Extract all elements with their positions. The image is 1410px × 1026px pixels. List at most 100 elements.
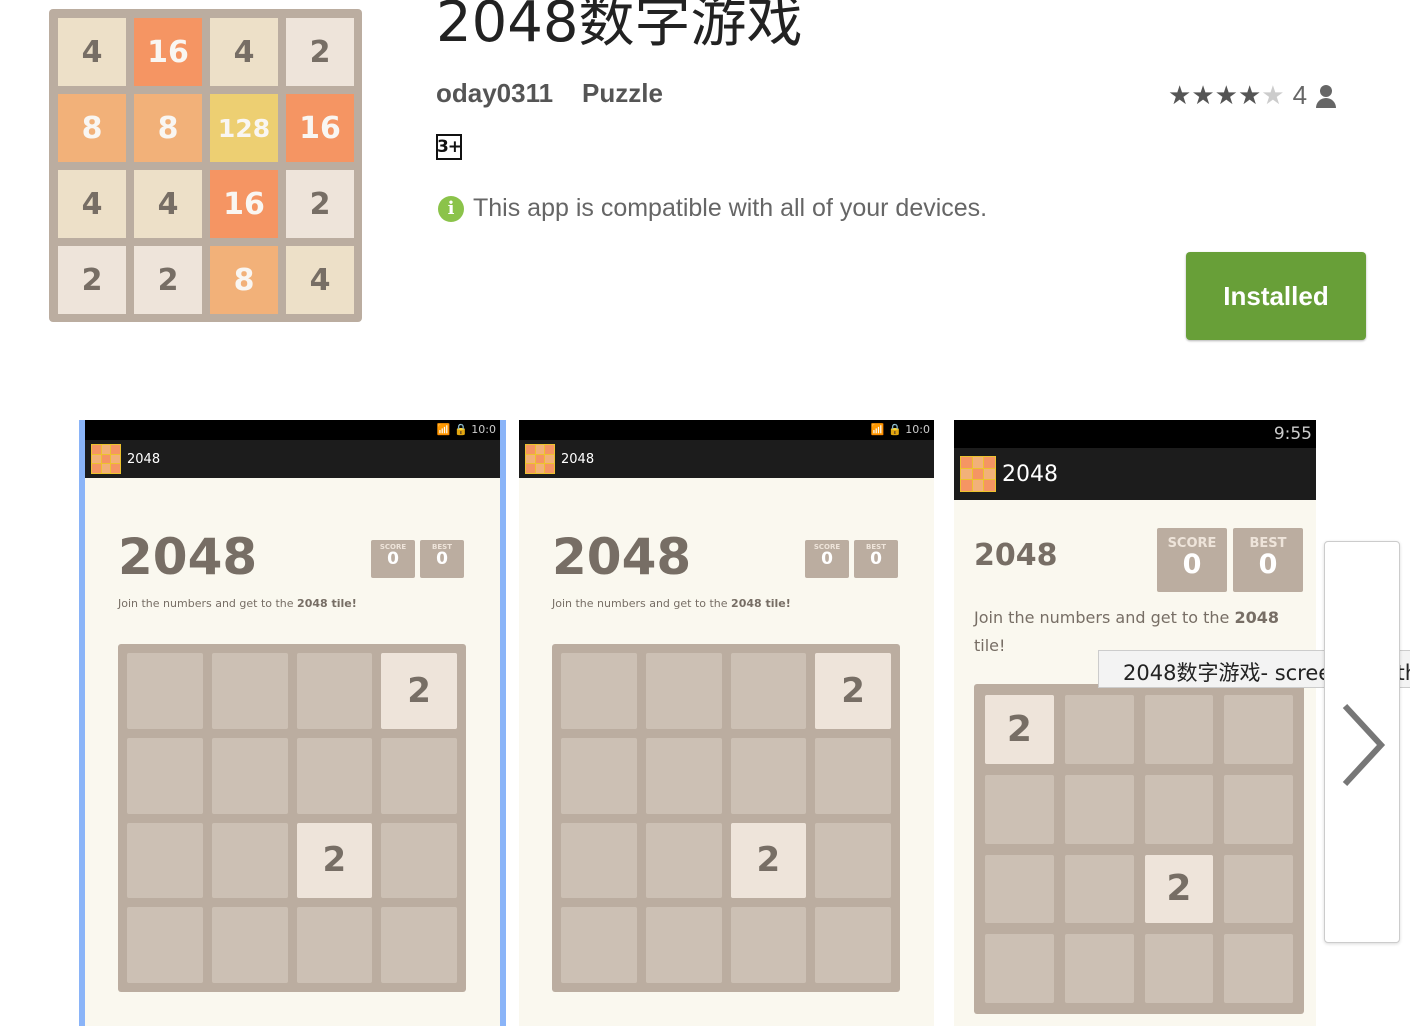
- intro-bold: 2048 tile!: [731, 597, 791, 610]
- status-bar: 📶 🔒 10:0: [85, 420, 500, 440]
- icon-tile: 4: [286, 246, 354, 314]
- best-box: BEST 0: [1233, 528, 1303, 592]
- grid-cell: [645, 907, 722, 983]
- screenshot-thumbnail-3[interactable]: 9:55 2048 2048 SCORE 0 BEST 0 Join the numbers …: [954, 420, 1316, 1026]
- grid-cell: [1224, 695, 1293, 764]
- action-bar-title: 2048: [127, 451, 161, 467]
- intro-text: Join the numbers and get to the 2048 til…: [552, 596, 882, 612]
- chevron-right-icon: [1342, 703, 1386, 787]
- grid-cell: [561, 907, 637, 983]
- game-grid: 22: [552, 644, 900, 992]
- best-box: BEST 0: [420, 540, 464, 578]
- grid-cell: [1224, 854, 1293, 924]
- icon-tile: 2: [286, 18, 354, 86]
- action-bar-title: 2048: [561, 451, 595, 467]
- next-screenshot-button[interactable]: [1324, 541, 1400, 943]
- grid-cell: [645, 737, 722, 814]
- game-grid: 22: [974, 684, 1304, 1014]
- grid-cell: [1224, 774, 1293, 844]
- grid-cell: [561, 737, 637, 814]
- game-tile: 2: [1144, 854, 1214, 924]
- grid-cell: [1144, 695, 1214, 764]
- grid-cell: [127, 653, 203, 729]
- selected-border-right: [500, 420, 506, 1026]
- game-tile: 2: [296, 822, 373, 899]
- grid-cell: [1064, 695, 1134, 764]
- game-grid: 22: [118, 644, 466, 992]
- category-link[interactable]: Puzzle: [582, 78, 663, 109]
- grid-cell: [381, 822, 457, 899]
- game-title: 2048: [552, 528, 692, 586]
- intro-bold: 2048: [1234, 608, 1279, 627]
- game-title: 2048: [974, 538, 1058, 573]
- icon-tile: 4: [134, 170, 202, 238]
- icon-tile: 16: [210, 170, 278, 238]
- status-bar: 📶 🔒 10:0: [519, 420, 934, 440]
- grid-cell: [296, 737, 373, 814]
- icon-tile: 16: [286, 94, 354, 162]
- icon-tile: 2: [58, 246, 126, 314]
- intro-suffix: tile!: [974, 636, 1006, 655]
- action-bar-title: 2048: [1002, 461, 1058, 487]
- star-rating: ★★★★★: [1168, 82, 1285, 109]
- game-title: 2048: [118, 528, 258, 586]
- intro-bold: 2048 tile!: [297, 597, 357, 610]
- icon-tile: 16: [134, 18, 202, 86]
- grid-cell: [127, 822, 203, 899]
- grid-cell: [815, 822, 891, 899]
- score-value: 0: [387, 549, 399, 569]
- icon-tile: 4: [58, 18, 126, 86]
- grid-cell: [211, 907, 288, 983]
- game-tile: 2: [985, 695, 1054, 764]
- star-icon: ★: [1261, 80, 1285, 110]
- score-box: SCORE 0: [805, 540, 849, 578]
- game-tile: 2: [815, 653, 891, 729]
- grid-cell: [127, 907, 203, 983]
- intro-prefix: Join the numbers and get to the: [118, 597, 298, 610]
- grid-cell: [381, 737, 457, 814]
- screenshot-thumbnail-1[interactable]: 📶 🔒 10:0 2048 2048 SCORE 0 BEST 0 Join the numb…: [85, 420, 500, 1026]
- icon-tile: 4: [58, 170, 126, 238]
- grid-cell: [815, 907, 891, 983]
- icon-tile: 8: [210, 246, 278, 314]
- grid-cell: [296, 653, 373, 729]
- rating-summary: ★★★★★ 4: [1168, 80, 1337, 111]
- grid-cell: [561, 822, 637, 899]
- icon-tile: 4: [210, 18, 278, 86]
- grid-cell: [730, 737, 807, 814]
- score-box: SCORE 0: [1157, 528, 1227, 592]
- compatibility-text: This app is compatible with all of your …: [473, 194, 988, 222]
- grid-cell: [985, 934, 1054, 1003]
- action-bar: 2048: [519, 440, 934, 478]
- icon-tile: 8: [134, 94, 202, 162]
- person-icon: [1315, 83, 1337, 109]
- icon-tile: 128: [210, 94, 278, 162]
- intro-prefix: Join the numbers and get to the: [974, 608, 1235, 627]
- app-logo-icon: [91, 444, 121, 474]
- grid-cell: [1144, 774, 1214, 844]
- grid-cell: [1064, 774, 1134, 844]
- best-value: 0: [1258, 549, 1278, 580]
- grid-cell: [985, 854, 1054, 924]
- game-tile: 2: [381, 653, 457, 729]
- app-icon: 4 16 4 2 8 8 128 16 4 4 16 2 2 2 8 4: [49, 9, 362, 322]
- icon-tile: 8: [58, 94, 126, 162]
- grid-cell: [815, 737, 891, 814]
- star-icon: ★: [1214, 80, 1238, 110]
- star-icon: ★: [1191, 80, 1215, 110]
- grid-cell: [1144, 934, 1214, 1003]
- grid-cell: [296, 907, 373, 983]
- icon-tile: 2: [134, 246, 202, 314]
- screenshot-thumbnail-2[interactable]: 📶 🔒 10:0 2048 2048 SCORE 0 BEST 0 Join the numb…: [519, 420, 934, 1026]
- icon-tile: 2: [286, 170, 354, 238]
- info-icon: i: [438, 195, 464, 222]
- developer-link[interactable]: oday0311: [436, 78, 553, 109]
- best-label: BEST: [1249, 536, 1287, 551]
- action-bar: 2048: [85, 440, 500, 478]
- grid-cell: [730, 907, 807, 983]
- best-value: 0: [436, 549, 448, 569]
- grid-cell: [985, 774, 1054, 844]
- game-tile: 2: [730, 822, 807, 899]
- installed-button[interactable]: Installed: [1186, 252, 1366, 340]
- grid-cell: [645, 653, 722, 729]
